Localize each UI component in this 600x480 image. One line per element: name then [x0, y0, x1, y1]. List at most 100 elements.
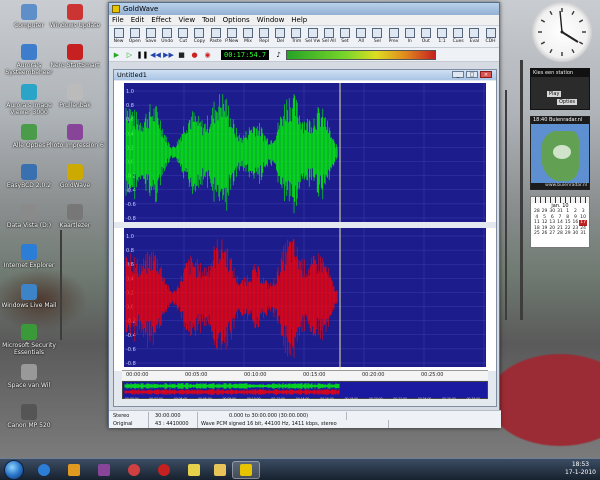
minimize-icon[interactable]: _	[452, 71, 464, 78]
toolbar-paste-button[interactable]: Paste	[208, 27, 223, 47]
toolbar-copy-button[interactable]: Copy	[192, 27, 207, 47]
system-tray-clock[interactable]: 18:53 17-1-2010	[565, 461, 596, 477]
fast-forward-icon[interactable]: ▶▶	[163, 50, 174, 60]
calendar-day[interactable]: 26	[541, 231, 549, 237]
taskbar-sticky[interactable]	[180, 461, 208, 479]
toolbar-prev-button[interactable]: Prev	[386, 27, 401, 47]
pause-icon[interactable]: ❚❚	[137, 50, 149, 60]
play-selection-icon[interactable]: ▷	[124, 50, 135, 60]
calendar-day[interactable]: 28	[556, 231, 564, 237]
toolbar-out-button[interactable]: Out	[418, 27, 433, 47]
toolbar-label: Out	[421, 38, 430, 44]
ruler-label: 00:05:00	[185, 372, 208, 378]
toolbar-set-button[interactable]: Set	[337, 27, 352, 47]
desktop-icon[interactable]: Nero StartSmart	[46, 44, 104, 69]
taskbar-internet-explorer[interactable]	[30, 461, 58, 479]
toolbar-save-button[interactable]: Save	[143, 27, 158, 47]
taskbar-media-player[interactable]	[60, 461, 88, 479]
level-meter	[286, 49, 437, 60]
overview-tick-label: 00:24:00	[418, 397, 432, 401]
waveform-canvas[interactable]: 1.00.80.60.40.20.0-0.2-0.4-0.6-0.81.00.8…	[114, 81, 496, 371]
calendar-day[interactable]: 30	[572, 231, 580, 237]
menu-item-options[interactable]: Options	[223, 16, 250, 24]
waveform-area[interactable]: 1.00.80.60.40.20.0-0.2-0.4-0.6-0.81.00.8…	[114, 81, 496, 371]
clock-gadget[interactable]	[532, 2, 592, 62]
record-selection-icon[interactable]: ◉	[202, 50, 213, 60]
taskbar-goldwave[interactable]	[232, 461, 260, 479]
desktop-icon[interactable]: Microsoft Security Essentials	[0, 324, 58, 356]
toolbar-sel-all-button[interactable]: Sel All	[321, 27, 336, 47]
goldwave-titlebar[interactable]: GoldWave	[109, 3, 499, 15]
document-window[interactable]: Untitled1 _ □ × 1.00.80.60.40.20.0-0.2-0…	[113, 69, 497, 407]
taskbar-paint[interactable]	[120, 461, 148, 479]
tree-trunk	[520, 60, 523, 320]
menu-item-view[interactable]: View	[178, 16, 195, 24]
toolbar-cut-button[interactable]: Cut	[176, 27, 191, 47]
menu-item-tool[interactable]: Tool	[202, 16, 216, 24]
maximize-icon[interactable]: □	[466, 71, 478, 78]
desktop-icon[interactable]: Windows Update	[46, 4, 104, 29]
close-icon[interactable]: ×	[480, 71, 492, 78]
overview-tick-label: 00:18:00	[345, 397, 359, 401]
radio-station-select[interactable]: Kies een station	[531, 69, 589, 77]
time-display: 00:17:54.7	[221, 49, 270, 60]
desktop-icon[interactable]: Canon MP 520	[0, 404, 58, 429]
toolbar-label: Del	[276, 38, 285, 44]
toolbar-undo-button[interactable]: Undo	[160, 27, 175, 47]
menu-item-window[interactable]: Window	[257, 16, 285, 24]
desktop-icon[interactable]: Kaartlezer	[46, 204, 104, 229]
radio-gadget[interactable]: Kies een station Play Opties	[530, 68, 590, 110]
desktop-icon[interactable]: Photo Impression 6	[46, 124, 104, 149]
desktop-icon[interactable]: Space van Wil	[0, 364, 58, 389]
toolbar-sel-vw-button[interactable]: Sel Vw	[305, 27, 320, 47]
status-position: 43 : 4410000	[153, 420, 198, 428]
taskbar-photo-app[interactable]	[90, 461, 118, 479]
menu-item-help[interactable]: Help	[291, 16, 307, 24]
taskbar-nero[interactable]	[150, 461, 178, 479]
toolbar-sel-button[interactable]: Sel	[370, 27, 385, 47]
toolbar-icon	[113, 27, 124, 38]
toolbar-trim-button[interactable]: Trim	[289, 27, 304, 47]
play-icon[interactable]: ▶	[111, 50, 122, 60]
start-button[interactable]	[4, 460, 24, 480]
toolbar-p-new-button[interactable]: P.New	[224, 27, 239, 47]
toolbar-del-button[interactable]: Del	[273, 27, 288, 47]
toolbar-open-button[interactable]: Open	[127, 27, 142, 47]
toolbar-label: New	[113, 38, 124, 44]
weather-radar-gadget[interactable]: 18:40 Buienradar.nl www.buienradar.nl	[530, 116, 590, 190]
volume-icon[interactable]: ♪	[273, 50, 284, 60]
rewind-icon[interactable]: ◀◀	[150, 50, 161, 60]
calendar-day[interactable]: 29	[564, 231, 572, 237]
toolbar-in-button[interactable]: In	[402, 27, 417, 47]
calendar-day[interactable]: 27	[548, 231, 556, 237]
goldwave-window[interactable]: GoldWave File Edit Effect View Tool Options Wi…	[108, 2, 501, 428]
desktop-icon[interactable]: Prullenbak	[46, 84, 104, 109]
toolbar-repl-button[interactable]: Repl	[257, 27, 272, 47]
calendar-day[interactable]: 31	[579, 231, 587, 237]
taskbar-explorer[interactable]	[206, 461, 234, 479]
toolbar-all-button[interactable]: All	[354, 27, 369, 47]
desktop-icon[interactable]: Windows Live Mail	[0, 284, 58, 309]
overview-canvas[interactable]: 00:00:00 00:02:00 00:04:00 00:06:00 00:08:00…	[123, 382, 489, 401]
desktop-icon[interactable]: Internet Explorer	[0, 244, 58, 269]
menu-item-edit[interactable]: Edit	[131, 16, 145, 24]
calendar-gadget[interactable]: jan. 10 28 29 30 31 1 2 3 4 5 6 7 8 9 10 11 12 13 14 15 16 1…	[530, 196, 590, 248]
radio-options-button[interactable]: Opties	[557, 99, 578, 105]
toolbar-1-1-button[interactable]: 1:1	[434, 27, 449, 47]
menu-item-file[interactable]: File	[112, 16, 124, 24]
overview-bar[interactable]: 00:00:00 00:02:00 00:04:00 00:06:00 00:08:00…	[122, 381, 489, 401]
radio-play-button[interactable]: Play	[547, 91, 562, 97]
toolbar-eval-button[interactable]: Eval	[467, 27, 482, 47]
document-titlebar[interactable]: Untitled1 _ □ ×	[114, 70, 496, 80]
toolbar-cues-button[interactable]: Cues	[451, 27, 466, 47]
toolbar-new-button[interactable]: New	[111, 27, 126, 47]
record-icon[interactable]: ●	[189, 50, 200, 60]
toolbar-cdh-button[interactable]: CDH	[483, 27, 498, 47]
menu-item-effect[interactable]: Effect	[151, 16, 171, 24]
time-ruler[interactable]: 00:00:00 00:05:00 00:10:00 00:15:00 00:20:00…	[122, 370, 488, 380]
toolbar-mix-button[interactable]: Mix	[240, 27, 255, 47]
desktop-icon[interactable]: GoldWave	[46, 164, 104, 189]
stop-icon[interactable]: ■	[176, 50, 187, 60]
toolbar-icon	[469, 27, 480, 38]
calendar-day[interactable]: 25	[533, 231, 541, 237]
